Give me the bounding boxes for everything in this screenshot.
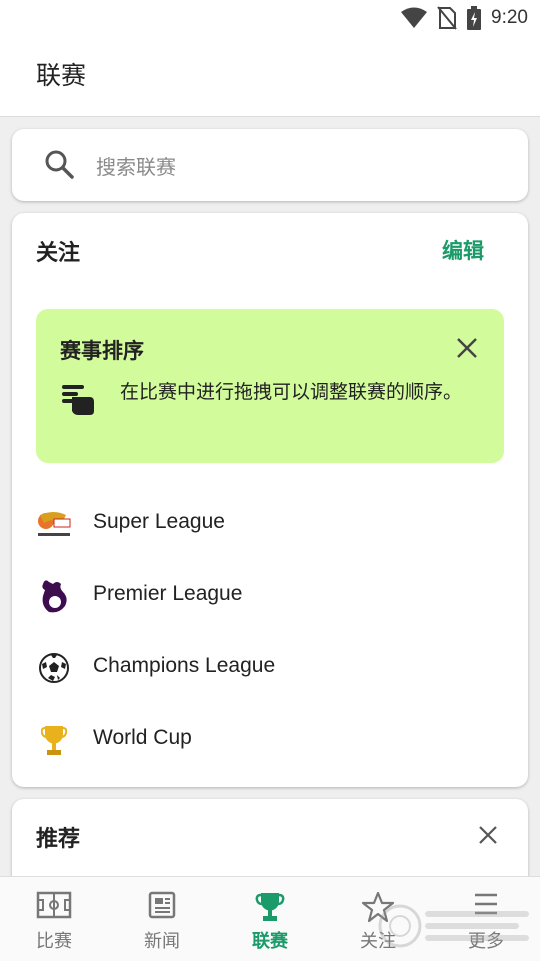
- nav-label: 新闻: [144, 931, 180, 952]
- nav-label: 更多: [468, 931, 504, 952]
- league-name: Premier League: [93, 582, 243, 605]
- trophy-icon: [36, 722, 72, 758]
- app-bar: 联赛: [0, 36, 540, 117]
- tip-text: 在比赛中进行拖拽可以调整联赛的顺序。: [120, 381, 463, 403]
- nav-item-news[interactable]: 新闻: [108, 877, 216, 961]
- nav-label: 联赛: [252, 931, 288, 952]
- league-item-champions-league[interactable]: Champions League: [12, 632, 528, 704]
- soccer-ball-icon: [36, 650, 72, 686]
- no-sim-icon: [437, 6, 457, 30]
- search-bar[interactable]: 搜索联赛: [12, 129, 528, 201]
- league-item-premier-league[interactable]: Premier League: [12, 560, 528, 632]
- menu-icon: [475, 893, 497, 915]
- league-name: World Cup: [93, 726, 192, 749]
- league-item-world-cup[interactable]: World Cup: [12, 704, 528, 776]
- trophy-icon: [255, 893, 285, 921]
- premier-league-logo: [36, 578, 72, 614]
- search-input[interactable]: 搜索联赛: [96, 151, 176, 180]
- tip-title: 赛事排序: [60, 339, 144, 363]
- pitch-icon: [36, 891, 72, 919]
- nav-item-more[interactable]: 更多: [432, 877, 540, 961]
- battery-icon: [467, 6, 482, 30]
- status-bar: 9:20: [0, 0, 540, 36]
- drag-hand-icon: [62, 385, 94, 415]
- league-list: Super League Premier League Champions Le…: [12, 488, 528, 776]
- nav-item-leagues[interactable]: 联赛: [216, 877, 324, 961]
- nav-item-follow[interactable]: 关注: [324, 877, 432, 961]
- star-icon: [362, 891, 394, 923]
- league-name: Champions League: [93, 654, 276, 677]
- league-name: Super League: [93, 510, 225, 533]
- follow-title: 关注: [36, 241, 81, 266]
- nav-label: 比赛: [36, 931, 72, 952]
- wifi-icon: [401, 7, 428, 28]
- status-time: 9:20: [491, 7, 528, 28]
- close-icon[interactable]: [478, 825, 498, 845]
- recommend-title: 推荐: [36, 827, 81, 852]
- nav-item-matches[interactable]: 比赛: [0, 877, 108, 961]
- league-item-super-league[interactable]: Super League: [12, 488, 528, 560]
- status-icons: 9:20: [401, 4, 528, 32]
- bottom-nav: 比赛 新闻 联赛 关注 更多: [0, 876, 540, 961]
- edit-button[interactable]: 编辑: [442, 235, 484, 265]
- follow-card: 关注 编辑 赛事排序 在比赛中进行拖拽可以调整联赛的顺序。 Super Leag…: [12, 213, 528, 787]
- nav-label: 关注: [360, 931, 396, 952]
- page-title: 联赛: [36, 61, 87, 90]
- super-league-logo: [36, 506, 72, 542]
- news-icon: [148, 891, 176, 919]
- search-icon: [45, 150, 74, 179]
- close-icon[interactable]: [456, 337, 478, 359]
- sort-tip: 赛事排序 在比赛中进行拖拽可以调整联赛的顺序。: [36, 309, 504, 463]
